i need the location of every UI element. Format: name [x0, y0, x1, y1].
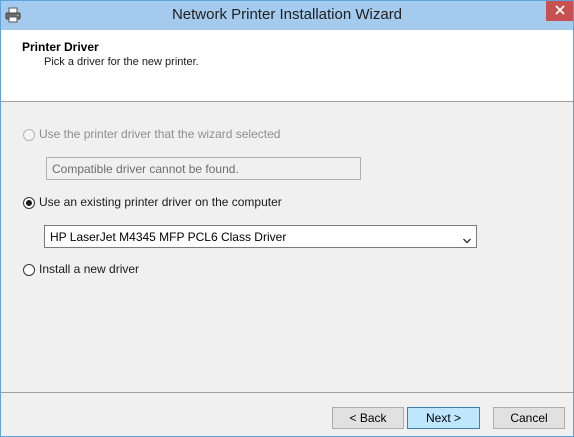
next-button[interactable]: Next >: [407, 407, 480, 429]
new-driver-label[interactable]: Install a new driver: [39, 262, 139, 276]
close-button[interactable]: [546, 1, 573, 21]
cancel-button[interactable]: Cancel: [493, 407, 565, 429]
wizard-window: Network Printer Installation Wizard Prin…: [0, 0, 574, 437]
window-title: Network Printer Installation Wizard: [171, 6, 403, 23]
footer-divider: [1, 392, 573, 393]
wizard-selected-label[interactable]: Use the printer driver that the wizard s…: [39, 127, 280, 141]
compatible-driver-info-field: Compatible driver cannot be found.: [46, 157, 361, 180]
new-driver-radio[interactable]: [23, 264, 35, 276]
driver-select[interactable]: HP LaserJet M4345 MFP PCL6 Class Driver: [44, 225, 477, 248]
wizard-selected-radio[interactable]: [23, 129, 35, 141]
driver-select-value: HP LaserJet M4345 MFP PCL6 Class Driver: [50, 230, 287, 244]
existing-driver-label[interactable]: Use an existing printer driver on the co…: [39, 195, 282, 209]
header-divider: [1, 101, 573, 102]
title-bar[interactable]: Network Printer Installation Wizard: [1, 1, 573, 30]
chevron-down-icon: [463, 233, 471, 244]
existing-driver-radio[interactable]: [23, 197, 35, 209]
page-subtitle: Pick a driver for the new printer.: [44, 56, 199, 68]
page-title: Printer Driver: [22, 40, 99, 54]
back-button[interactable]: < Back: [332, 407, 404, 429]
wizard-header: Printer Driver Pick a driver for the new…: [1, 30, 573, 101]
close-icon: [554, 4, 565, 18]
